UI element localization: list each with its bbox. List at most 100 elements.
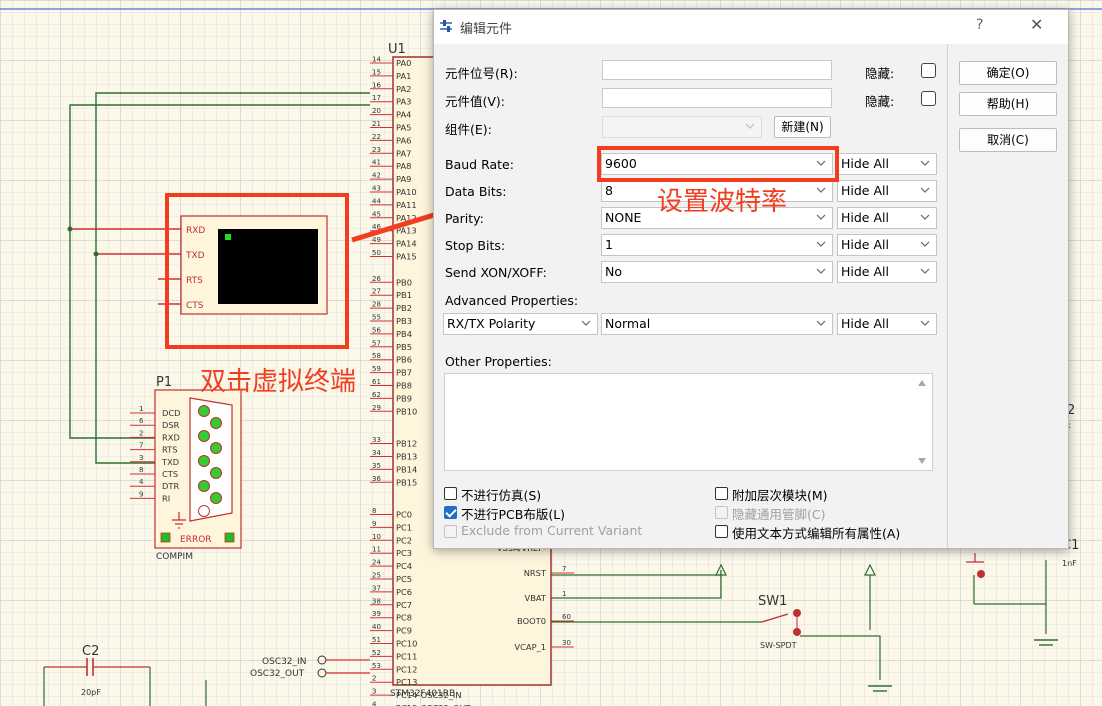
osc-in-label: OSC32_IN — [262, 657, 306, 667]
chip-pin-number: 21 — [372, 120, 381, 128]
advanced-value-text: Normal — [605, 316, 651, 331]
chip-pin-name: PC3 — [396, 548, 412, 558]
c1-value: 1nF — [1062, 559, 1077, 568]
chip-pin-name: PB8 — [396, 381, 412, 391]
property-value-text: No — [605, 264, 622, 279]
chip-pin-number: 35 — [372, 462, 381, 470]
chip-pin-name: PA1 — [396, 71, 411, 81]
dialog-titlebar[interactable]: 编辑元件 ? ✕ — [434, 10, 1068, 44]
chip-pin-number: 29 — [372, 404, 381, 412]
property-hide-select[interactable]: Hide All — [837, 234, 937, 256]
property-label: Send XON/XOFF: — [445, 265, 547, 280]
chip-pin-number: 41 — [372, 159, 381, 167]
other-properties-textarea[interactable] — [444, 373, 933, 471]
chip-pin-name: PB4 — [396, 329, 412, 339]
chip-pin-name: PA14 — [396, 239, 417, 249]
chip-pin-name: PA10 — [396, 187, 417, 197]
value-input[interactable] — [602, 88, 832, 108]
option-checkbox-label: 附加层次模块(M) — [732, 488, 828, 503]
osc-out-label: OSC32_OUT — [250, 669, 305, 679]
property-hide-select[interactable]: Hide All — [837, 261, 937, 283]
property-label: Parity: — [445, 211, 484, 226]
property-value-text: NONE — [605, 210, 642, 225]
chip-pin-name: PC4 — [396, 561, 412, 571]
option-checkbox[interactable] — [444, 506, 457, 519]
chip-pin-number: 44 — [372, 197, 381, 205]
property-value-select[interactable]: 1 — [601, 234, 833, 256]
new-button[interactable]: 新建(N) — [774, 116, 831, 138]
property-value-text: 1 — [605, 237, 613, 252]
value-label: 元件值(V): — [445, 94, 506, 109]
chip-pin-name: PA9 — [396, 174, 411, 184]
help-icon[interactable]: ? — [976, 17, 983, 33]
chevron-down-icon — [816, 187, 826, 193]
chip-pin-number: 34 — [372, 449, 381, 457]
sw1-reference: SW1 — [758, 594, 787, 609]
chip-pin-number: 28 — [372, 301, 381, 309]
advanced-property-name: RX/TX Polarity — [447, 316, 536, 331]
value-hidden-checkbox[interactable] — [921, 91, 936, 106]
chip-pin-name: PC8 — [396, 613, 412, 623]
chip-pin-number: 27 — [372, 288, 381, 296]
chip-pin-number: 62 — [372, 391, 381, 399]
group-select[interactable] — [602, 116, 762, 138]
sw1-part-name: SW-SPDT — [760, 641, 797, 650]
chip-pin-number: 36 — [372, 475, 381, 483]
baud-rate-note: 设置波特率 — [657, 187, 788, 217]
p1-pin-name: TXD — [161, 457, 179, 467]
chip-pin-name: PC12 — [396, 664, 417, 674]
chevron-down-icon — [816, 241, 826, 247]
property-hide-text: Hide All — [841, 264, 889, 279]
chevron-down-icon — [816, 320, 826, 326]
property-hide-select[interactable]: Hide All — [837, 207, 937, 229]
chip-pin-number: 4 — [372, 701, 377, 706]
chip-pin-name: PB2 — [396, 303, 412, 313]
chevron-down-icon — [920, 160, 930, 166]
property-value-select[interactable]: No — [601, 261, 833, 283]
chip-pin-name: PC13 — [396, 677, 417, 687]
scroll-down-icon[interactable] — [918, 458, 926, 464]
option-checkbox — [715, 506, 728, 519]
chip-pin-number: 9 — [372, 520, 376, 528]
property-hide-select[interactable]: Hide All — [837, 153, 937, 175]
advanced-hide-select[interactable]: Hide All — [837, 313, 937, 335]
component-edit-icon — [440, 20, 452, 32]
p1-pin-number: 9 — [139, 490, 143, 498]
advanced-property-select[interactable]: RX/TX Polarity — [443, 313, 598, 335]
chip-pin-name: PC5 — [396, 574, 412, 584]
chip-pin-number: 38 — [372, 597, 381, 605]
ref-label: 元件位号(R): — [445, 66, 518, 81]
property-label: Data Bits: — [445, 184, 507, 199]
ok-button[interactable]: 确定(O) — [959, 61, 1057, 85]
chip-pin-number: 16 — [372, 81, 381, 89]
chevron-down-icon — [920, 241, 930, 247]
virtual-terminal[interactable]: RXD TXD RTS CTS — [180, 215, 328, 315]
option-checkbox-label: Exclude from Current Variant — [461, 523, 643, 538]
p1-pin-number: 4 — [139, 478, 144, 486]
option-checkbox-label: 使用文本方式编辑所有属性(A) — [732, 526, 901, 541]
dialog-separator — [947, 44, 948, 548]
property-value-text: 8 — [605, 183, 613, 198]
advanced-value-select[interactable]: Normal — [601, 313, 833, 335]
chip-pin-number: 56 — [372, 326, 381, 334]
option-checkbox[interactable] — [444, 487, 457, 500]
option-checkbox[interactable] — [715, 525, 728, 538]
property-hide-select[interactable]: Hide All — [837, 180, 937, 202]
scroll-up-icon[interactable] — [918, 380, 926, 386]
chip-pin-number: 22 — [372, 133, 381, 141]
chip-pin-name: PC9 — [396, 626, 412, 636]
close-icon[interactable]: ✕ — [1030, 15, 1043, 34]
chip-pin-number: 50 — [372, 249, 381, 257]
chip-pin-name: PB6 — [396, 355, 412, 365]
help-button[interactable]: 帮助(H) — [959, 92, 1057, 116]
chip-pin-number: 24 — [372, 559, 381, 567]
chip-pin-number: 40 — [372, 623, 381, 631]
cancel-button[interactable]: 取消(C) — [959, 128, 1057, 152]
ref-input[interactable] — [602, 60, 832, 80]
ref-hidden-checkbox[interactable] — [921, 63, 936, 78]
chip-pin-number: 17 — [372, 94, 381, 102]
property-label: Baud Rate: — [445, 157, 514, 172]
double-click-terminal-note: 双击虚拟终端 — [200, 367, 357, 397]
option-checkbox[interactable] — [715, 487, 728, 500]
p1-pin-name: DTR — [162, 481, 179, 491]
